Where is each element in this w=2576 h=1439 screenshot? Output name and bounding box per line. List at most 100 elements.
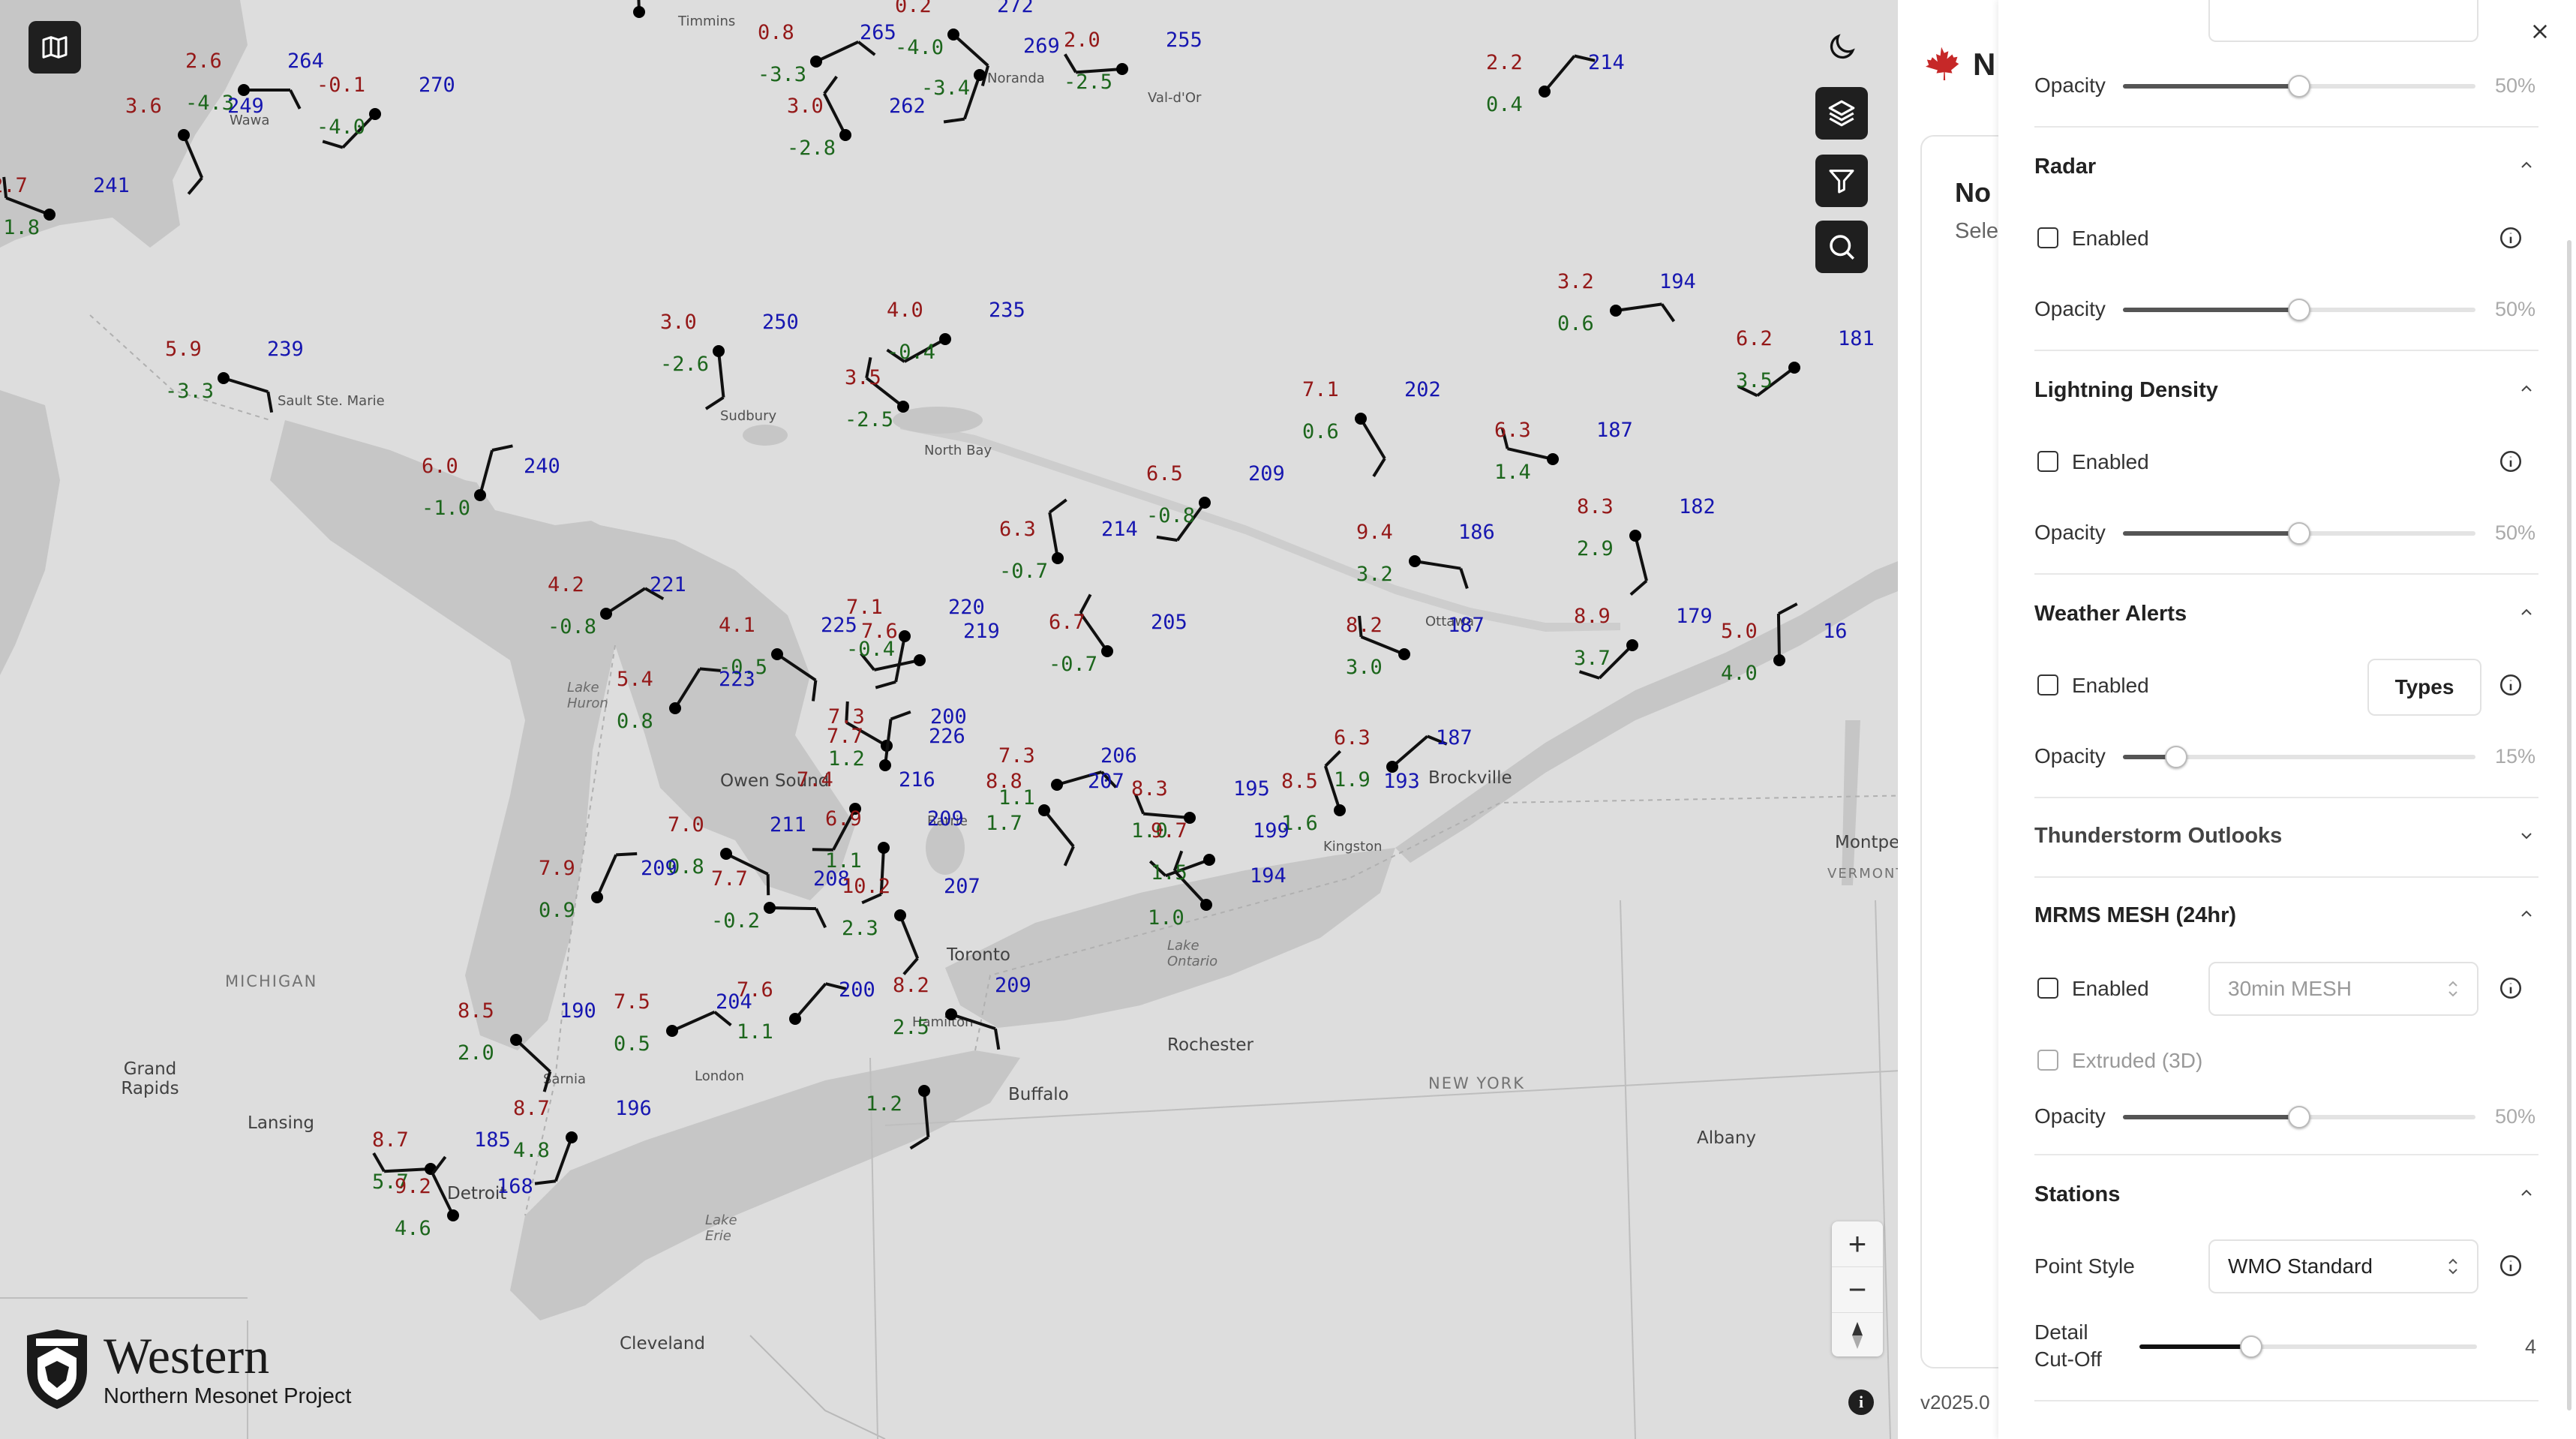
wind-barb-flag xyxy=(372,1152,386,1173)
panel-scrollbar[interactable] xyxy=(2567,240,2571,1410)
station-dot[interactable] xyxy=(474,489,486,501)
station-dot[interactable] xyxy=(939,333,951,345)
station-dot[interactable] xyxy=(810,56,822,68)
radar-section-title[interactable]: Radar xyxy=(2034,155,2538,179)
zoom-out-button[interactable]: − xyxy=(1832,1267,1883,1313)
lightning-section-title[interactable]: Lightning Density xyxy=(2034,378,2538,403)
station-dot[interactable] xyxy=(771,648,783,660)
point-style-select[interactable]: WMO Standard xyxy=(2208,1239,2478,1293)
zoom-in-button[interactable]: + xyxy=(1832,1221,1883,1267)
lightning-info-icon[interactable] xyxy=(2498,449,2523,474)
layers-button[interactable] xyxy=(1815,87,1868,140)
station-dot[interactable] xyxy=(878,842,890,854)
station-dot[interactable] xyxy=(1355,413,1367,425)
alerts-section-title[interactable]: Weather Alerts xyxy=(2034,602,2538,626)
station-dot[interactable] xyxy=(600,608,612,620)
station-dot[interactable] xyxy=(1038,804,1050,816)
mrms-info-icon[interactable] xyxy=(2498,975,2523,1001)
station-dot[interactable] xyxy=(1116,63,1128,75)
station-dot[interactable] xyxy=(789,1013,801,1025)
chevron-up-icon[interactable] xyxy=(2517,905,2535,923)
point-style-info-icon[interactable] xyxy=(2498,1253,2523,1278)
station-dot[interactable] xyxy=(914,654,926,666)
station-dot[interactable] xyxy=(879,759,891,771)
chevron-up-icon[interactable] xyxy=(2517,380,2535,398)
station-dot[interactable] xyxy=(44,209,56,221)
filter-button[interactable] xyxy=(1815,155,1868,207)
station-dot[interactable] xyxy=(1199,497,1211,509)
station-dot[interactable] xyxy=(894,909,906,921)
chevron-up-icon[interactable] xyxy=(2517,1184,2535,1202)
station-dot[interactable] xyxy=(897,401,909,413)
slider-thumb[interactable] xyxy=(2288,299,2310,321)
lightning-enabled-checkbox[interactable] xyxy=(2037,451,2058,472)
dark-mode-button[interactable] xyxy=(1815,21,1868,74)
thunderstorm-section-title[interactable]: Thunderstorm Outlooks xyxy=(2034,824,2538,849)
station-dot[interactable] xyxy=(945,1008,957,1020)
slider-thumb[interactable] xyxy=(2288,75,2310,98)
station-dot[interactable] xyxy=(947,29,959,41)
station-dot[interactable] xyxy=(218,372,230,384)
mrms-product-select[interactable]: 30min MESH xyxy=(2208,962,2478,1016)
station-dot[interactable] xyxy=(713,345,725,357)
station-dot[interactable] xyxy=(369,108,381,120)
station-dot[interactable] xyxy=(666,1025,678,1037)
station-dot[interactable] xyxy=(1051,779,1063,791)
station-dot[interactable] xyxy=(1101,645,1113,657)
station-dot[interactable] xyxy=(1788,362,1800,374)
search-button[interactable] xyxy=(1815,221,1868,273)
station-dot[interactable] xyxy=(591,891,603,903)
chevron-up-icon[interactable] xyxy=(2517,156,2535,174)
slider-thumb[interactable] xyxy=(2288,1106,2310,1128)
station-dot[interactable] xyxy=(447,1209,459,1221)
station-dot[interactable] xyxy=(1629,530,1641,542)
alert-types-button[interactable]: Types xyxy=(2367,659,2481,716)
close-panel-button[interactable] xyxy=(2526,18,2553,45)
slider-thumb[interactable] xyxy=(2164,746,2187,768)
chevron-up-icon[interactable] xyxy=(2517,603,2535,621)
mrms-section-title[interactable]: MRMS MESH (24hr) xyxy=(2034,903,2538,928)
station-dot[interactable] xyxy=(1409,555,1421,567)
slider-thumb[interactable] xyxy=(2288,522,2310,545)
station-dot[interactable] xyxy=(510,1034,522,1046)
station-dot[interactable] xyxy=(1052,552,1064,564)
station-dot[interactable] xyxy=(1398,648,1410,660)
radar-info-icon[interactable] xyxy=(2498,225,2523,251)
station-dot[interactable] xyxy=(764,902,776,914)
station-dot[interactable] xyxy=(974,69,986,81)
stations-section-title[interactable]: Stations xyxy=(2034,1182,2538,1207)
compass-button[interactable] xyxy=(1832,1313,1883,1358)
station-pressure-value: 223 xyxy=(719,668,755,691)
station-dot[interactable] xyxy=(633,6,645,18)
station-temp-value: 6.7 xyxy=(1049,611,1085,634)
station-dot[interactable] xyxy=(720,848,732,860)
station-dot[interactable] xyxy=(839,129,851,141)
mrms-extruded-checkbox[interactable] xyxy=(2037,1050,2058,1071)
mrms-extruded-label: Extruded (3D) xyxy=(2072,1049,2203,1072)
station-dot[interactable] xyxy=(178,129,190,141)
station-dot[interactable] xyxy=(566,1131,578,1143)
top-layer-select[interactable] xyxy=(2208,0,2478,42)
map-attribution-info-button[interactable]: i xyxy=(1848,1389,1874,1415)
station-dot[interactable] xyxy=(1200,899,1212,911)
map-canvas[interactable]: Timmins Wawa Noranda Val-d'Or Sault Ste.… xyxy=(0,0,1998,1439)
basemap-toggle-button[interactable] xyxy=(29,21,81,74)
station-dot[interactable] xyxy=(1547,453,1559,465)
slider-thumb[interactable] xyxy=(2239,1335,2262,1358)
station-dot[interactable] xyxy=(1539,86,1551,98)
station-dot[interactable] xyxy=(918,1085,930,1097)
station-dot[interactable] xyxy=(899,630,911,642)
station-dot[interactable] xyxy=(1334,804,1346,816)
station-dot[interactable] xyxy=(1626,639,1638,651)
station-dot[interactable] xyxy=(669,702,681,714)
mrms-enabled-checkbox[interactable] xyxy=(2037,978,2058,999)
station-dot[interactable] xyxy=(1203,854,1215,866)
station-dot[interactable] xyxy=(1610,305,1622,317)
chevron-down-icon[interactable] xyxy=(2517,827,2535,845)
alerts-info-icon[interactable] xyxy=(2498,672,2523,698)
station-dot[interactable] xyxy=(1773,654,1785,666)
wind-barb-shaft xyxy=(717,350,725,398)
radar-enabled-checkbox[interactable] xyxy=(2037,227,2058,248)
wind-barb-shaft xyxy=(1391,735,1429,768)
alerts-enabled-checkbox[interactable] xyxy=(2037,674,2058,695)
